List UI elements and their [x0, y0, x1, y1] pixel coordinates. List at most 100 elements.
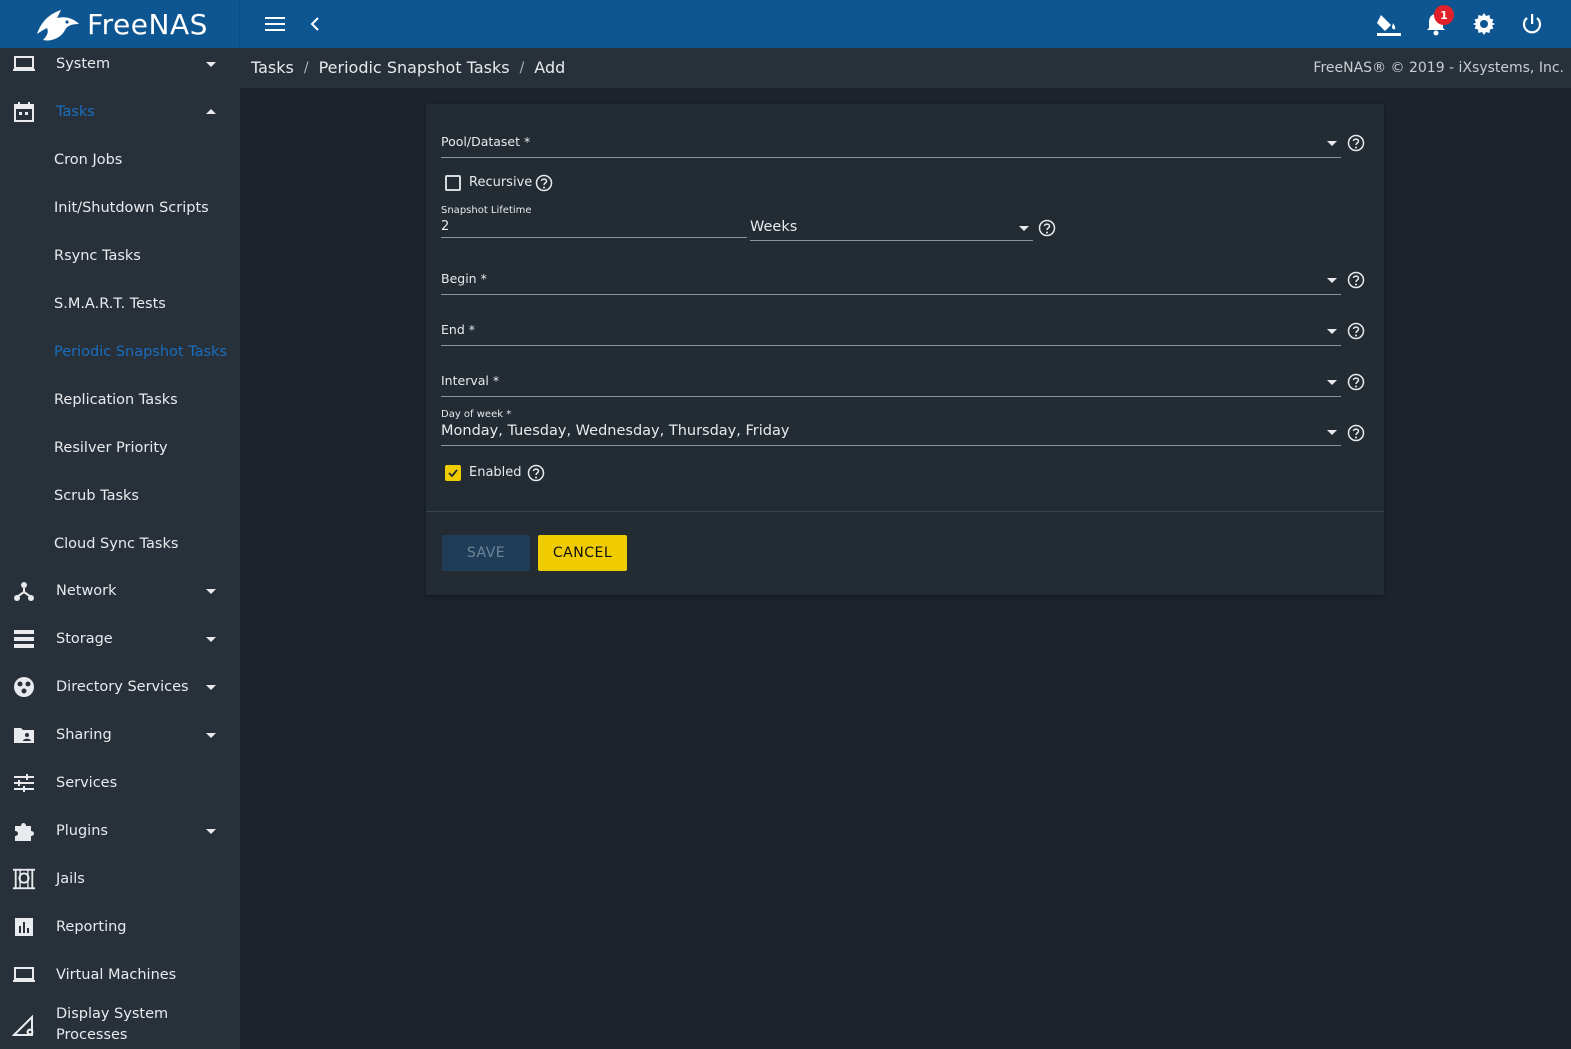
sidebar-item-plugins[interactable]: Plugins: [0, 807, 240, 855]
day-of-week-select[interactable]: Day of week * Monday, Tuesday, Wednesday…: [441, 409, 1341, 446]
sidebar-subitem-rsync-tasks[interactable]: Rsync Tasks: [0, 232, 240, 280]
breadcrumb-separator: /: [303, 59, 309, 76]
theme-button[interactable]: [1372, 8, 1404, 40]
snapshot-lifetime-input[interactable]: Snapshot Lifetime 2: [441, 205, 747, 239]
sidebar-item-jails[interactable]: Jails: [0, 855, 240, 903]
sidebar-item-label: Reporting: [56, 919, 127, 935]
lifetime-unit-value: Weeks: [750, 219, 798, 235]
help-icon[interactable]: [1347, 134, 1365, 152]
sidebar-subitem-replication-tasks[interactable]: Replication Tasks: [0, 376, 240, 424]
caret-down-icon: [206, 589, 216, 594]
caret-down-icon: [1327, 141, 1337, 146]
notifications-button[interactable]: 1: [1420, 5, 1454, 40]
sidebar-subitem-smart-tests[interactable]: S.M.A.R.T. Tests: [0, 280, 240, 328]
lifetime-unit-select[interactable]: Weeks: [750, 216, 1033, 241]
directory-services-icon: [12, 675, 36, 699]
caret-down-icon: [1019, 226, 1029, 231]
caret-down-icon: [206, 685, 216, 690]
help-icon[interactable]: [535, 174, 553, 192]
storage-icon: [12, 627, 36, 651]
sidebar-subitem-periodic-snapshot-tasks[interactable]: Periodic Snapshot Tasks: [0, 328, 240, 376]
sharing-folder-icon: [12, 723, 36, 747]
enabled-checkbox[interactable]: [445, 465, 461, 481]
sidebar-subitem-label: Replication Tasks: [54, 392, 178, 408]
sidebar-item-directory-services[interactable]: Directory Services: [0, 663, 240, 711]
help-icon[interactable]: [1347, 373, 1365, 391]
end-select[interactable]: End *: [441, 318, 1341, 346]
sidebar-item-label: System: [56, 56, 111, 72]
sidebar-item-label-line-2: Processes: [56, 1027, 128, 1043]
field-underline: [441, 294, 1341, 295]
save-button[interactable]: SAVE: [442, 535, 530, 571]
breadcrumb-bar: Tasks / Periodic Snapshot Tasks / Add Fr…: [240, 48, 1571, 88]
breadcrumb-add: Add: [534, 58, 566, 77]
sidebar-subitem-scrub-tasks[interactable]: Scrub Tasks: [0, 472, 240, 520]
snapshot-lifetime-value: 2: [441, 219, 450, 234]
help-icon[interactable]: [1347, 271, 1365, 289]
periodic-snapshot-form-card: Pool/Dataset * Recursive Snapshot Lifeti…: [426, 104, 1384, 595]
breadcrumb: Tasks / Periodic Snapshot Tasks / Add: [251, 58, 565, 77]
chevron-left-icon: [310, 17, 319, 31]
sidebar-subitem-label: Cloud Sync Tasks: [54, 536, 179, 552]
sidebar-subitem-resilver-priority[interactable]: Resilver Priority: [0, 424, 240, 472]
sidebar-item-label: Storage: [56, 631, 113, 647]
computer-icon: [12, 963, 36, 987]
sidebar-subitem-label: Scrub Tasks: [54, 488, 139, 504]
help-icon[interactable]: [1347, 322, 1365, 340]
recursive-checkbox[interactable]: [445, 175, 461, 191]
breadcrumb-periodic-snapshot-tasks[interactable]: Periodic Snapshot Tasks: [319, 58, 510, 77]
caret-down-icon: [206, 829, 216, 834]
sidebar-subitem-cron-jobs[interactable]: Cron Jobs: [0, 136, 240, 184]
breadcrumb-tasks[interactable]: Tasks: [251, 58, 294, 77]
sidebar-item-label: Display System Processes: [56, 1004, 168, 1046]
sidebar-item-label: Jails: [56, 871, 85, 887]
sidebar-item-display-system-processes[interactable]: Display System Processes: [0, 1000, 240, 1049]
caret-down-icon: [1327, 430, 1337, 435]
sidebar-item-virtual-machines[interactable]: Virtual Machines: [0, 951, 240, 999]
sidebar-item-tasks[interactable]: Tasks: [0, 88, 240, 136]
end-label: End *: [441, 322, 475, 337]
help-icon[interactable]: [1347, 424, 1365, 442]
sidebar-item-services[interactable]: Services: [0, 759, 240, 807]
begin-select[interactable]: Begin *: [441, 267, 1341, 295]
settings-button[interactable]: [1468, 8, 1500, 40]
form-divider: [426, 511, 1384, 512]
pool-dataset-label: Pool/Dataset *: [441, 134, 531, 149]
field-underline: [441, 157, 1341, 158]
day-of-week-value: Monday, Tuesday, Wednesday, Thursday, Fr…: [441, 423, 790, 439]
sidebar-item-label: Virtual Machines: [56, 967, 177, 983]
logo[interactable]: FreeNAS: [0, 0, 240, 48]
caret-down-icon: [206, 637, 216, 642]
interval-select[interactable]: Interval *: [441, 369, 1341, 397]
sidebar-item-sharing[interactable]: Sharing: [0, 711, 240, 759]
caret-up-icon: [206, 109, 216, 114]
copyright-text: FreeNAS® © 2019 - iXsystems, Inc.: [1313, 60, 1564, 76]
sidebar-item-label: Services: [56, 775, 118, 791]
tune-icon: [12, 771, 36, 795]
sidebar-item-reporting[interactable]: Reporting: [0, 903, 240, 951]
help-icon[interactable]: [1038, 219, 1056, 237]
sidebar-item-storage[interactable]: Storage: [0, 615, 240, 663]
field-underline: [441, 445, 1341, 446]
sidebar-item-label: Plugins: [56, 823, 108, 839]
sidebar-item-network[interactable]: Network: [0, 567, 240, 615]
collapse-sidebar-button[interactable]: [299, 8, 331, 40]
paint-bucket-icon: [1377, 15, 1401, 36]
power-button[interactable]: [1516, 8, 1548, 40]
jail-icon: [12, 867, 36, 891]
field-underline: [441, 345, 1341, 346]
help-icon[interactable]: [527, 464, 545, 482]
sidebar-subitem-label: Cron Jobs: [54, 152, 123, 168]
sidebar-subitem-label: Init/Shutdown Scripts: [54, 200, 209, 216]
sidebar-item-label: Sharing: [56, 727, 112, 743]
caret-down-icon: [206, 733, 216, 738]
hamburger-menu-icon: [265, 17, 285, 31]
sidebar-item-label: Network: [56, 583, 117, 599]
cancel-button[interactable]: CANCEL: [538, 535, 627, 571]
sidebar-subitem-cloud-sync-tasks[interactable]: Cloud Sync Tasks: [0, 520, 240, 568]
sidebar-subitem-init-shutdown-scripts[interactable]: Init/Shutdown Scripts: [0, 184, 240, 232]
field-underline: [441, 396, 1341, 397]
pool-dataset-select[interactable]: Pool/Dataset *: [441, 130, 1341, 158]
sidebar-item-system[interactable]: System: [0, 48, 240, 88]
menu-toggle-button[interactable]: [259, 8, 291, 40]
